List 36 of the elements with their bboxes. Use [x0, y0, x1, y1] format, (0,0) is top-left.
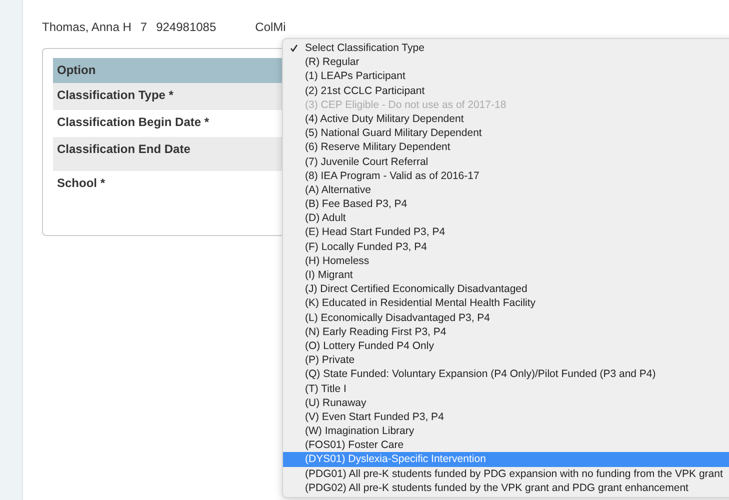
field-label: Classification Begin Date * — [57, 115, 210, 129]
menu-item[interactable]: (I) Migrant — [283, 268, 729, 282]
menu-item[interactable]: (N) Early Reading First P3, P4 — [283, 324, 729, 339]
menu-item[interactable]: (F) Locally Funded P3, P4 — [283, 240, 729, 254]
menu-item[interactable]: (PDG02) All pre-K students funded by the VPK grant and PDG grant enhancement — [283, 480, 729, 495]
menu-item[interactable]: (PDG01) All pre-K students funded by PDG expansion with no funding from the VPK grant — [283, 466, 729, 481]
menu-item[interactable]: (U) Runaway — [283, 396, 729, 410]
field-label: Classification End Date — [57, 142, 190, 156]
menu-item[interactable]: (T) Title I — [283, 382, 729, 396]
menu-item[interactable]: (8) IEA Program - Valid as of 2016-17 — [283, 168, 729, 183]
menu-item[interactable]: (P) Private — [283, 353, 729, 368]
menu-item[interactable]: (FOS01) Foster Care — [283, 438, 729, 452]
menu-item[interactable]: (7) Juvenile Court Referral — [283, 154, 729, 169]
menu-item[interactable]: (B) Fee Based P3, P4 — [283, 197, 729, 212]
menu-item[interactable]: (Q) State Funded: Voluntary Expansion (P4 Only)/Pilot Funded (P3 and P4) — [283, 367, 729, 382]
student-grade: 7 — [140, 20, 148, 36]
menu-item[interactable]: (E) Head Start Funded P3, P4 — [283, 225, 729, 240]
menu-item[interactable]: (A) Alternative — [283, 182, 729, 198]
menu-item[interactable]: (W) Imagination Library — [283, 424, 729, 438]
menu-item[interactable]: (5) National Guard Military Dependent — [283, 126, 729, 140]
menu-item[interactable]: Select Classification Type — [283, 41, 729, 56]
menu-item[interactable]: (6) Reserve Military Dependent — [283, 140, 729, 154]
menu-item[interactable]: (K) Educated in Residential Mental Health Facility — [283, 296, 729, 311]
menu-item[interactable]: (O) Lottery Funded P4 Only — [283, 338, 729, 354]
student-id: 924981085 — [156, 20, 216, 36]
menu-item[interactable]: (2) 21st CCLC Participant — [283, 84, 729, 98]
field-label: Classification Type * — [57, 88, 174, 102]
field-label: School * — [57, 176, 106, 190]
school-code: ColMi — [255, 20, 286, 36]
menu-item[interactable]: (V) Even Start Funded P3, P4 — [283, 410, 729, 424]
menu-item[interactable]: (L) Economically Disadvantaged P3, P4 — [283, 310, 729, 325]
menu-item[interactable]: (J) Direct Certified Economically Disadvantaged — [283, 282, 729, 296]
menu-item[interactable]: (H) Homeless — [283, 254, 729, 268]
menu-item[interactable]: (4) Active Duty Military Dependent — [283, 112, 729, 126]
menu-item[interactable]: (D) Adult — [283, 211, 729, 226]
student-name: Thomas, Anna H — [42, 20, 132, 36]
